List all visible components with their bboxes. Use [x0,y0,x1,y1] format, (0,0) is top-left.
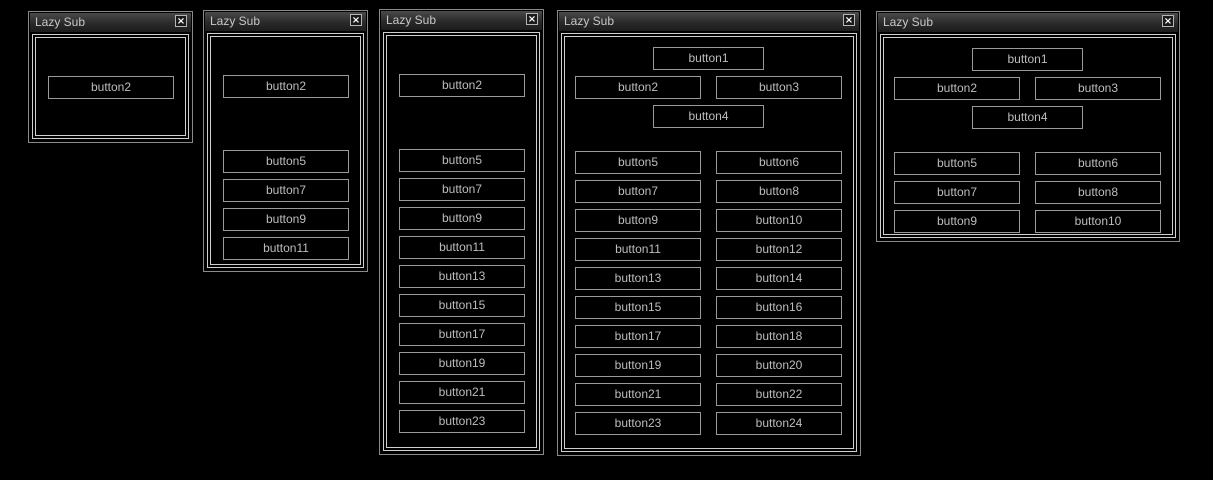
button-17[interactable]: button17 [575,325,701,348]
button-11[interactable]: button11 [399,236,525,259]
button-23[interactable]: button23 [575,412,701,435]
button-21[interactable]: button21 [575,383,701,406]
button-16[interactable]: button16 [716,296,842,319]
button-24[interactable]: button24 [716,412,842,435]
close-icon[interactable]: × [1162,15,1174,27]
button-11[interactable]: button11 [575,238,701,261]
button-9[interactable]: button9 [894,210,1020,233]
button-1[interactable]: button1 [653,47,764,70]
content-frame: button1 button2 button3 button4 button5 … [561,33,857,452]
button-5[interactable]: button5 [894,152,1020,175]
content-panel: button2 [35,37,186,136]
button-22[interactable]: button22 [716,383,842,406]
button-20[interactable]: button20 [716,354,842,377]
button-7[interactable]: button7 [399,178,525,201]
window-title: Lazy Sub [210,14,261,28]
button-19[interactable]: button19 [399,352,525,375]
button-2[interactable]: button2 [894,77,1020,100]
button-21[interactable]: button21 [399,381,525,404]
button-3[interactable]: button3 [1035,77,1161,100]
content-frame: button2 button5 button7 button9 button11… [383,32,540,451]
button-18[interactable]: button18 [716,325,842,348]
content-panel: button2 button5 button7 button9 button11 [210,36,361,265]
content-frame: button2 button5 button7 button9 button11 [207,33,364,268]
title-bar[interactable]: Lazy Sub × [205,12,366,31]
lazy-sub-window-4: Lazy Sub × button1 button2 button3 butto… [557,10,861,456]
close-icon[interactable]: × [175,15,187,27]
button-23[interactable]: button23 [399,410,525,433]
button-7[interactable]: button7 [894,181,1020,204]
lazy-sub-window-5: Lazy Sub × button1 button2 button3 butto… [876,11,1180,242]
button-2[interactable]: button2 [223,75,349,98]
title-bar[interactable]: Lazy Sub × [559,12,859,31]
button-13[interactable]: button13 [575,267,701,290]
button-2[interactable]: button2 [48,76,174,99]
button-17[interactable]: button17 [399,323,525,346]
lazy-sub-window-1: Lazy Sub × button2 [28,11,193,143]
window-title: Lazy Sub [883,15,934,29]
lazy-sub-window-3: Lazy Sub × button2 button5 button7 butto… [379,9,544,455]
button-3[interactable]: button3 [716,76,842,99]
title-bar[interactable]: Lazy Sub × [30,13,191,32]
button-6[interactable]: button6 [1035,152,1161,175]
close-icon[interactable]: × [843,14,855,26]
content-panel: button1 button2 button3 button4 button5 … [564,36,854,449]
button-2[interactable]: button2 [575,76,701,99]
lazy-sub-window-2: Lazy Sub × button2 button5 button7 butto… [203,10,368,272]
close-icon[interactable]: × [526,13,538,25]
button-9[interactable]: button9 [223,208,349,231]
close-icon[interactable]: × [350,14,362,26]
window-title: Lazy Sub [564,14,615,28]
button-5[interactable]: button5 [575,151,701,174]
button-7[interactable]: button7 [575,180,701,203]
button-7[interactable]: button7 [223,179,349,202]
button-13[interactable]: button13 [399,265,525,288]
button-19[interactable]: button19 [575,354,701,377]
content-frame: button2 [32,34,189,139]
button-11[interactable]: button11 [223,237,349,260]
button-1[interactable]: button1 [972,48,1083,71]
title-bar[interactable]: Lazy Sub × [381,11,542,30]
title-bar[interactable]: Lazy Sub × [878,13,1178,32]
button-15[interactable]: button15 [575,296,701,319]
window-title: Lazy Sub [35,15,86,29]
button-8[interactable]: button8 [1035,181,1161,204]
content-panel: button1 button2 button3 button4 button5 … [883,37,1173,235]
content-frame: button1 button2 button3 button4 button5 … [880,34,1176,238]
window-title: Lazy Sub [386,13,437,27]
button-5[interactable]: button5 [223,150,349,173]
button-10[interactable]: button10 [716,209,842,232]
button-8[interactable]: button8 [716,180,842,203]
button-6[interactable]: button6 [716,151,842,174]
button-10[interactable]: button10 [1035,210,1161,233]
button-15[interactable]: button15 [399,294,525,317]
button-14[interactable]: button14 [716,267,842,290]
button-4[interactable]: button4 [653,105,764,128]
button-4[interactable]: button4 [972,106,1083,129]
button-12[interactable]: button12 [716,238,842,261]
content-panel: button2 button5 button7 button9 button11… [386,35,537,448]
button-2[interactable]: button2 [399,74,525,97]
button-9[interactable]: button9 [399,207,525,230]
button-5[interactable]: button5 [399,149,525,172]
button-9[interactable]: button9 [575,209,701,232]
